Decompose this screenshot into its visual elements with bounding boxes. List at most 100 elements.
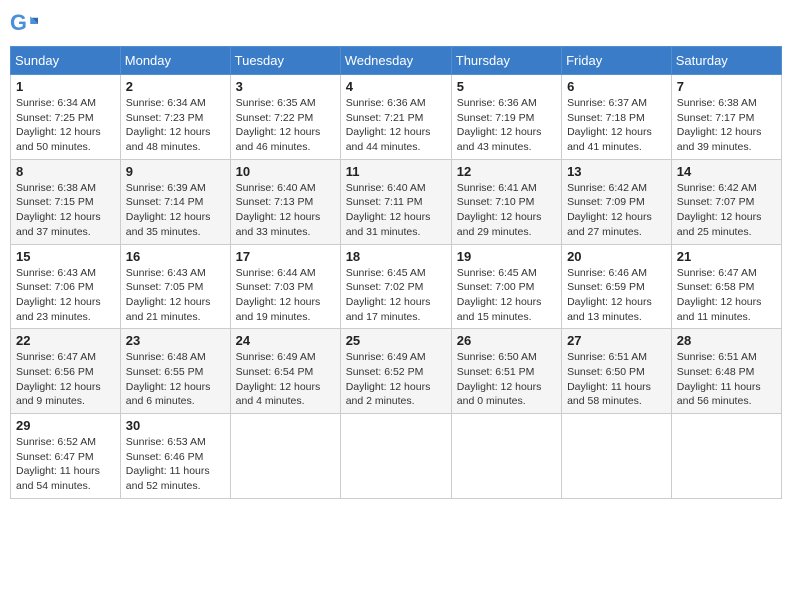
calendar-cell: 20Sunrise: 6:46 AMSunset: 6:59 PMDayligh… (562, 244, 672, 329)
day-info: Sunrise: 6:34 AMSunset: 7:23 PMDaylight:… (126, 96, 225, 155)
calendar-cell: 17Sunrise: 6:44 AMSunset: 7:03 PMDayligh… (230, 244, 340, 329)
day-number: 26 (457, 333, 556, 348)
calendar-cell (230, 414, 340, 499)
day-number: 21 (677, 249, 776, 264)
day-number: 2 (126, 79, 225, 94)
calendar-cell: 12 Sunrise: 6:41 AMSunset: 7:10 PMDayligh… (451, 159, 561, 244)
day-info: Sunrise: 6:42 AMSunset: 7:07 PMDaylight:… (677, 181, 776, 240)
calendar-cell (562, 414, 672, 499)
day-number: 17 (236, 249, 335, 264)
day-number: 1 (16, 79, 115, 94)
day-info: Sunrise: 6:38 AMSunset: 7:15 PMDaylight:… (16, 181, 115, 240)
day-number: 14 (677, 164, 776, 179)
day-number: 19 (457, 249, 556, 264)
calendar-cell: 3Sunrise: 6:35 AMSunset: 7:22 PMDaylight… (230, 75, 340, 160)
day-info: Sunrise: 6:39 AMSunset: 7:14 PMDaylight:… (126, 181, 225, 240)
day-number: 13 (567, 164, 666, 179)
svg-text:G: G (10, 10, 27, 35)
day-number: 3 (236, 79, 335, 94)
calendar-header: SundayMondayTuesdayWednesdayThursdayFrid… (11, 47, 782, 75)
calendar-week-3: 15 Sunrise: 6:43 AMSunset: 7:06 PMDayligh… (11, 244, 782, 329)
day-info: Sunrise: 6:48 AMSunset: 6:55 PMDaylight:… (126, 350, 225, 409)
day-number: 5 (457, 79, 556, 94)
day-info: Sunrise: 6:36 AMSunset: 7:19 PMDaylight:… (457, 96, 556, 155)
calendar-header-tuesday: Tuesday (230, 47, 340, 75)
day-info: Sunrise: 6:49 AMSunset: 6:54 PMDaylight:… (236, 350, 335, 409)
calendar-cell: 24 Sunrise: 6:49 AMSunset: 6:54 PMDayligh… (230, 329, 340, 414)
day-info: Sunrise: 6:42 AMSunset: 7:09 PMDaylight:… (567, 181, 666, 240)
calendar-header-sunday: Sunday (11, 47, 121, 75)
logo-icon: G (10, 10, 38, 38)
calendar-header-wednesday: Wednesday (340, 47, 451, 75)
day-info: Sunrise: 6:52 AMSunset: 6:47 PMDaylight:… (16, 435, 115, 494)
day-number: 16 (126, 249, 225, 264)
day-info: Sunrise: 6:36 AMSunset: 7:21 PMDaylight:… (346, 96, 446, 155)
day-info: Sunrise: 6:47 AMSunset: 6:56 PMDaylight:… (16, 350, 115, 409)
calendar-cell: 11Sunrise: 6:40 AMSunset: 7:11 PMDayligh… (340, 159, 451, 244)
calendar-cell: 9 Sunrise: 6:39 AMSunset: 7:14 PMDaylight… (120, 159, 230, 244)
day-info: Sunrise: 6:40 AMSunset: 7:13 PMDaylight:… (236, 181, 335, 240)
day-number: 12 (457, 164, 556, 179)
calendar-cell: 23 Sunrise: 6:48 AMSunset: 6:55 PMDayligh… (120, 329, 230, 414)
calendar-cell: 8Sunrise: 6:38 AMSunset: 7:15 PMDaylight… (11, 159, 121, 244)
day-number: 25 (346, 333, 446, 348)
day-info: Sunrise: 6:43 AMSunset: 7:05 PMDaylight:… (126, 266, 225, 325)
day-number: 28 (677, 333, 776, 348)
day-number: 29 (16, 418, 115, 433)
calendar-week-2: 8Sunrise: 6:38 AMSunset: 7:15 PMDaylight… (11, 159, 782, 244)
calendar-cell: 22 Sunrise: 6:47 AMSunset: 6:56 PMDayligh… (11, 329, 121, 414)
calendar-cell: 2 Sunrise: 6:34 AMSunset: 7:23 PMDaylight… (120, 75, 230, 160)
calendar-cell: 26 Sunrise: 6:50 AMSunset: 6:51 PMDayligh… (451, 329, 561, 414)
day-info: Sunrise: 6:34 AMSunset: 7:25 PMDaylight:… (16, 96, 115, 155)
calendar-week-4: 22 Sunrise: 6:47 AMSunset: 6:56 PMDayligh… (11, 329, 782, 414)
calendar-cell: 27Sunrise: 6:51 AMSunset: 6:50 PMDayligh… (562, 329, 672, 414)
day-number: 7 (677, 79, 776, 94)
calendar-cell: 13 Sunrise: 6:42 AMSunset: 7:09 PMDayligh… (562, 159, 672, 244)
calendar-cell: 4 Sunrise: 6:36 AMSunset: 7:21 PMDaylight… (340, 75, 451, 160)
calendar-cell: 21 Sunrise: 6:47 AMSunset: 6:58 PMDayligh… (671, 244, 781, 329)
calendar-cell (671, 414, 781, 499)
calendar-cell: 14 Sunrise: 6:42 AMSunset: 7:07 PMDayligh… (671, 159, 781, 244)
day-number: 23 (126, 333, 225, 348)
calendar-cell: 29 Sunrise: 6:52 AMSunset: 6:47 PMDayligh… (11, 414, 121, 499)
calendar-week-5: 29 Sunrise: 6:52 AMSunset: 6:47 PMDayligh… (11, 414, 782, 499)
logo: G (10, 10, 42, 38)
day-info: Sunrise: 6:45 AMSunset: 7:00 PMDaylight:… (457, 266, 556, 325)
calendar-header-monday: Monday (120, 47, 230, 75)
day-number: 9 (126, 164, 225, 179)
calendar-cell: 7Sunrise: 6:38 AMSunset: 7:17 PMDaylight… (671, 75, 781, 160)
calendar-cell: 19 Sunrise: 6:45 AMSunset: 7:00 PMDayligh… (451, 244, 561, 329)
day-number: 11 (346, 164, 446, 179)
calendar-cell (451, 414, 561, 499)
day-info: Sunrise: 6:37 AMSunset: 7:18 PMDaylight:… (567, 96, 666, 155)
day-info: Sunrise: 6:46 AMSunset: 6:59 PMDaylight:… (567, 266, 666, 325)
calendar-cell: 15 Sunrise: 6:43 AMSunset: 7:06 PMDayligh… (11, 244, 121, 329)
day-info: Sunrise: 6:51 AMSunset: 6:48 PMDaylight:… (677, 350, 776, 409)
day-info: Sunrise: 6:50 AMSunset: 6:51 PMDaylight:… (457, 350, 556, 409)
day-info: Sunrise: 6:47 AMSunset: 6:58 PMDaylight:… (677, 266, 776, 325)
day-info: Sunrise: 6:41 AMSunset: 7:10 PMDaylight:… (457, 181, 556, 240)
calendar-week-1: 1 Sunrise: 6:34 AMSunset: 7:25 PMDaylight… (11, 75, 782, 160)
calendar-table: SundayMondayTuesdayWednesdayThursdayFrid… (10, 46, 782, 499)
day-info: Sunrise: 6:43 AMSunset: 7:06 PMDaylight:… (16, 266, 115, 325)
calendar-header-thursday: Thursday (451, 47, 561, 75)
day-info: Sunrise: 6:49 AMSunset: 6:52 PMDaylight:… (346, 350, 446, 409)
day-number: 27 (567, 333, 666, 348)
day-number: 24 (236, 333, 335, 348)
calendar-body: 1 Sunrise: 6:34 AMSunset: 7:25 PMDaylight… (11, 75, 782, 499)
page-header: G (10, 10, 782, 38)
calendar-header-friday: Friday (562, 47, 672, 75)
calendar-cell: 28 Sunrise: 6:51 AMSunset: 6:48 PMDayligh… (671, 329, 781, 414)
calendar-cell (340, 414, 451, 499)
calendar-cell: 30Sunrise: 6:53 AMSunset: 6:46 PMDayligh… (120, 414, 230, 499)
calendar-cell: 1 Sunrise: 6:34 AMSunset: 7:25 PMDaylight… (11, 75, 121, 160)
day-number: 22 (16, 333, 115, 348)
calendar-cell: 6 Sunrise: 6:37 AMSunset: 7:18 PMDaylight… (562, 75, 672, 160)
day-number: 18 (346, 249, 446, 264)
calendar-cell: 18Sunrise: 6:45 AMSunset: 7:02 PMDayligh… (340, 244, 451, 329)
calendar-cell: 25 Sunrise: 6:49 AMSunset: 6:52 PMDayligh… (340, 329, 451, 414)
day-info: Sunrise: 6:53 AMSunset: 6:46 PMDaylight:… (126, 435, 225, 494)
day-number: 6 (567, 79, 666, 94)
day-number: 4 (346, 79, 446, 94)
day-number: 15 (16, 249, 115, 264)
